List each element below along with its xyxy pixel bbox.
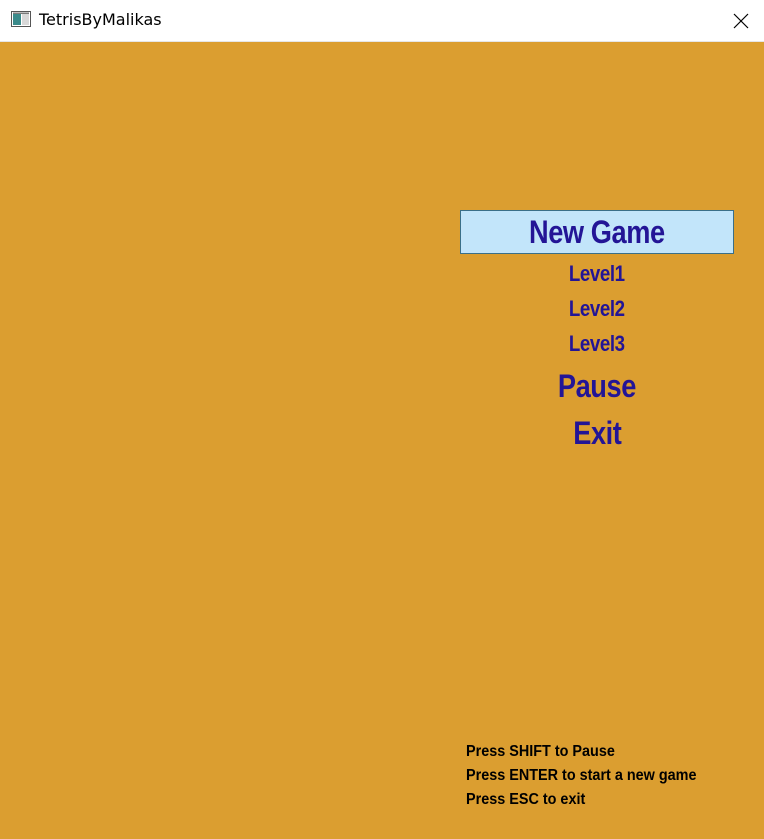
app-window: TetrisByMalikas New Game Level1 Level2 L…	[0, 0, 764, 839]
menu-item-label: Exit	[572, 415, 622, 451]
menu-item-exit[interactable]: Exit	[460, 411, 734, 455]
menu-item-level2[interactable]: Level2	[460, 294, 734, 324]
menu-item-label: Level1	[569, 261, 625, 286]
menu-item-level3[interactable]: Level3	[460, 329, 734, 359]
window-title: TetrisByMalikas	[39, 10, 162, 29]
hint-exit: Press ESC to exit	[466, 791, 586, 808]
menu-item-level1[interactable]: Level1	[460, 259, 734, 289]
game-area: New Game Level1 Level2 Level3 Pause Exit…	[0, 42, 764, 839]
controls-hints: Press SHIFT to Pause Press ENTER to star…	[466, 740, 722, 812]
menu-item-pause[interactable]: Pause	[460, 364, 734, 408]
close-button[interactable]	[718, 0, 764, 41]
menu-item-label: Pause	[557, 368, 637, 404]
menu-item-label: New Game	[529, 214, 665, 250]
title-bar[interactable]: TetrisByMalikas	[0, 0, 764, 42]
hint-new-game: Press ENTER to start a new game	[466, 767, 697, 784]
menu-item-new-game[interactable]: New Game	[460, 210, 734, 254]
menu-item-label: Level3	[569, 331, 625, 356]
close-icon	[733, 13, 749, 28]
hint-pause: Press SHIFT to Pause	[466, 743, 615, 760]
menu-item-label: Level2	[569, 296, 625, 321]
app-icon	[11, 11, 31, 27]
